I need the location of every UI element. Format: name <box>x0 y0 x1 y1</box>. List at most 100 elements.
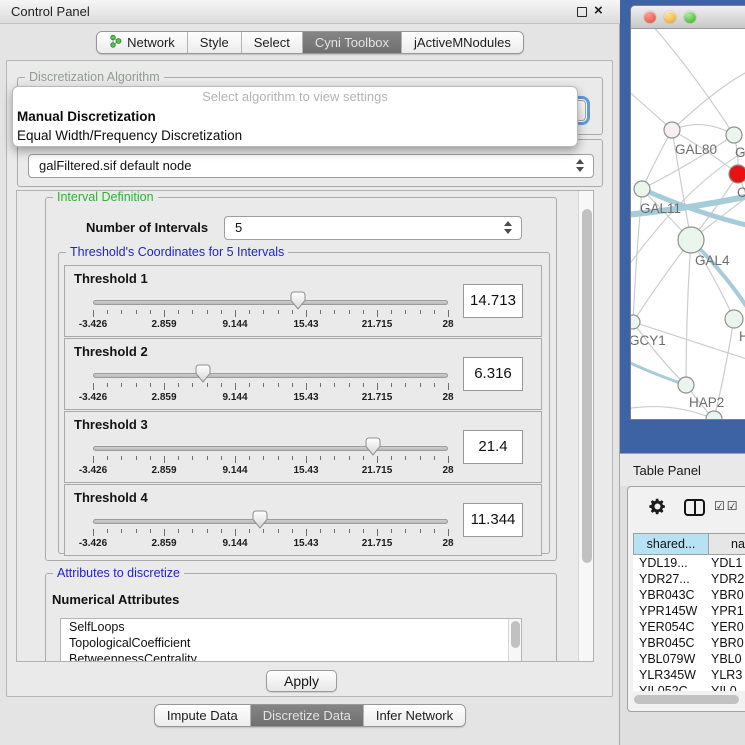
tab-network[interactable]: Network <box>97 32 188 53</box>
attributes-scrollbar[interactable] <box>508 619 521 662</box>
slider-tick <box>292 310 293 314</box>
threshold-slider-thumb[interactable] <box>252 510 268 529</box>
tab-style[interactable]: Style <box>188 32 242 53</box>
slider-tick-label: 21.715 <box>345 392 409 403</box>
algorithm-option-manual-discretization[interactable]: Manual Discretization <box>13 107 577 126</box>
cell-name: YLR3 <box>711 667 742 683</box>
slider-tick-label: 9.144 <box>203 465 267 476</box>
zoom-traffic-light-icon[interactable] <box>684 11 696 23</box>
interval-definition-title: Interval Definition <box>53 190 158 204</box>
network-node-label: H <box>739 329 745 344</box>
table-row[interactable]: YDR27...YDR2 <box>633 571 745 587</box>
threshold-label: Threshold 2 <box>74 344 148 359</box>
threshold-slider-thumb[interactable] <box>290 291 306 310</box>
attributes-scrollbar-thumb[interactable] <box>511 621 520 648</box>
table-row[interactable]: YER054CYER0 <box>633 619 745 635</box>
attribute-item-betweennesscentrality[interactable]: BetweennessCentrality <box>61 651 521 662</box>
slider-tick <box>349 456 350 460</box>
number-of-intervals-value: 5 <box>235 220 242 235</box>
slider-tick-label: 28 <box>416 465 480 476</box>
gear-icon[interactable] <box>648 497 667 516</box>
network-edge[interactable] <box>651 29 734 135</box>
column-header-shared[interactable]: shared... <box>633 533 709 555</box>
table-row[interactable]: YBR043CYBR0 <box>633 587 745 603</box>
close-icon[interactable]: × <box>594 2 603 19</box>
table-row[interactable]: YBR045CYBR0 <box>633 635 745 651</box>
table-row[interactable]: YBL079WYBL0 <box>633 651 745 667</box>
network-edge[interactable] <box>686 240 691 385</box>
threshold-slider-thumb[interactable] <box>365 437 381 456</box>
slider-tick <box>405 383 406 387</box>
number-of-intervals-combo[interactable]: 5 <box>224 216 522 240</box>
slider-tick <box>121 456 122 460</box>
tab-impute-data[interactable]: Impute Data <box>155 705 251 726</box>
attribute-item-selfloops[interactable]: SelfLoops <box>61 619 521 635</box>
column-layout-icon[interactable] <box>684 499 705 516</box>
slider-tick <box>434 529 435 533</box>
network-node-gal80[interactable] <box>664 122 680 138</box>
attribute-item-topologicalcoefficient[interactable]: TopologicalCoefficient <box>61 635 521 651</box>
algorithm-placeholder-option[interactable]: Select algorithm to view settings <box>13 87 577 107</box>
threshold-slider-track[interactable] <box>93 519 448 524</box>
tab-jactivemnodules[interactable]: jActiveMNodules <box>402 32 523 53</box>
float-window-icon[interactable] <box>577 7 587 17</box>
network-node-gcy1[interactable] <box>631 315 640 329</box>
network-node-hap2[interactable] <box>678 377 694 393</box>
threshold-slider-track[interactable] <box>93 446 448 451</box>
network-node-gal4[interactable] <box>678 227 704 253</box>
slider-tick <box>235 456 236 463</box>
apply-button[interactable]: Apply <box>266 670 337 692</box>
slider-tick <box>150 310 151 314</box>
threshold-slider-thumb[interactable] <box>195 364 211 383</box>
tab-discretize-data[interactable]: Discretize Data <box>251 705 364 726</box>
network-graph[interactable]: GAL80GACGAL11GAL4GCY1HHAP2 <box>631 29 745 420</box>
tab-infer-network[interactable]: Infer Network <box>364 705 465 726</box>
settings-scrollbar-thumb[interactable] <box>582 209 592 563</box>
table-row[interactable]: YIL052CYIL0 <box>633 683 745 691</box>
slider-tick <box>334 529 335 533</box>
threshold-value-field[interactable]: 6.316 <box>463 357 523 391</box>
network-edge[interactable] <box>631 89 672 130</box>
threshold-value-field[interactable]: 21.4 <box>463 430 523 464</box>
network-edge[interactable] <box>672 125 734 135</box>
table-data-combo[interactable]: galFiltered.sif default node <box>28 154 594 178</box>
select-columns-icons[interactable]: ☑☑ <box>714 499 740 513</box>
table-panel-title: Table Panel <box>633 463 701 478</box>
network-node-c[interactable] <box>729 165 745 183</box>
tab-cyni-toolbox[interactable]: Cyni Toolbox <box>303 32 402 53</box>
slider-tick <box>448 383 449 390</box>
network-node-ga[interactable] <box>726 127 742 143</box>
table-row[interactable]: YLR345WYLR3 <box>633 667 745 683</box>
slider-tick-label: 21.715 <box>345 319 409 330</box>
threshold-value-field[interactable]: 11.344 <box>463 503 523 537</box>
network-edge[interactable] <box>672 69 745 130</box>
threshold-slider-track[interactable] <box>93 300 448 305</box>
network-node-h[interactable] <box>725 310 743 328</box>
network-node-label: HAP2 <box>689 395 724 410</box>
settings-scrollbar[interactable] <box>578 191 593 661</box>
network-edge[interactable] <box>642 130 672 189</box>
cell-name: YDR2 <box>711 571 744 587</box>
algorithm-option-equal-width-frequency-discretization[interactable]: Equal Width/Frequency Discretization <box>13 126 577 145</box>
column-header-name[interactable]: na <box>708 533 745 555</box>
network-node-gal11[interactable] <box>634 181 650 197</box>
network-window-titlebar[interactable] <box>631 6 745 29</box>
slider-tick <box>93 383 94 390</box>
threshold-slider-track[interactable] <box>93 373 448 378</box>
network-edge-highlighted[interactable] <box>631 361 686 385</box>
table-row[interactable]: YPR145WYPR1 <box>633 603 745 619</box>
tab-label: Impute Data <box>167 708 238 723</box>
threshold-value-field[interactable]: 14.713 <box>463 284 523 318</box>
network-edge-highlighted[interactable] <box>691 240 745 316</box>
table-row[interactable]: YDL19...YDL1 <box>633 555 745 571</box>
tab-select[interactable]: Select <box>242 32 303 53</box>
close-traffic-light-icon[interactable] <box>644 11 656 23</box>
slider-tick <box>150 456 151 460</box>
settings-scrollpane: Interval Definition Number of Intervals … <box>16 190 594 662</box>
slider-tick <box>334 383 335 387</box>
minimize-traffic-light-icon[interactable] <box>664 11 676 23</box>
network-edge[interactable] <box>633 240 691 322</box>
table-hscrollbar-thumb[interactable] <box>634 695 739 704</box>
control-panel-titlebar: Control Panel × <box>0 0 620 24</box>
attributes-title: Attributes to discretize <box>53 566 184 580</box>
